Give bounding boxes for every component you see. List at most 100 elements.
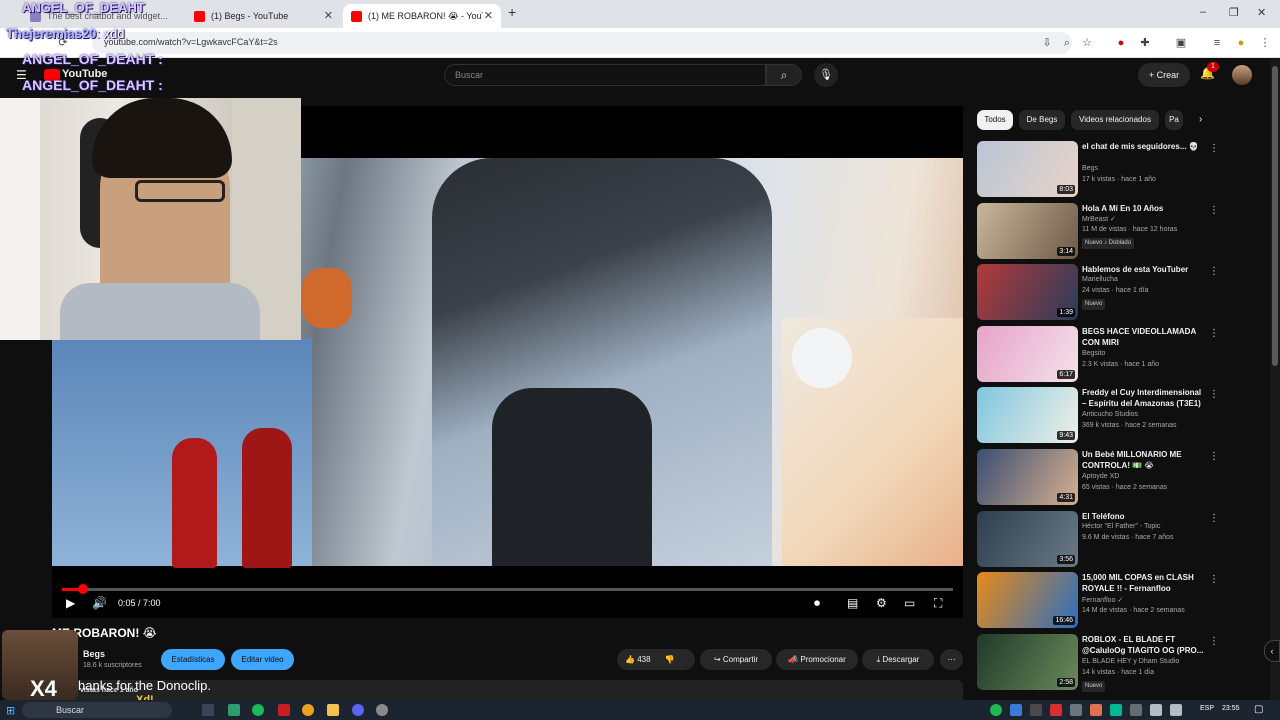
recommendation-title[interactable]: Un Bebé MILLONARIO ME CONTROLA! 💵 😭: [1082, 449, 1207, 471]
tab-current-video[interactable]: (1) ME ROBARON! 😭 - YouTube ✕: [343, 4, 501, 28]
search-input[interactable]: Buscar: [444, 64, 766, 86]
extension-red-icon[interactable]: ●: [1114, 36, 1128, 50]
new-tab-button[interactable]: +: [508, 4, 516, 20]
close-tab-icon[interactable]: ✕: [484, 9, 493, 22]
obs-icon[interactable]: [376, 704, 388, 716]
channel-name[interactable]: Begs: [83, 649, 105, 659]
more-options-icon[interactable]: ⋮: [1209, 205, 1219, 216]
tray-app-icon[interactable]: [1110, 704, 1122, 716]
recommendation-title[interactable]: el chat de mis seguidores... 💀: [1082, 141, 1207, 152]
recommendation-title[interactable]: El Teléfono: [1082, 511, 1207, 522]
recommendation-channel[interactable]: Anticucho Studios: [1082, 411, 1138, 418]
chip-all[interactable]: Todos: [977, 110, 1013, 130]
recommendation-channel[interactable]: Fernanfloo ✓: [1082, 596, 1123, 604]
recommendation-title[interactable]: 15,000 MIL COPAS en CLASH ROYALE !! - Fe…: [1082, 572, 1207, 594]
thumbs-down-icon[interactable]: 👎: [665, 655, 675, 664]
video-thumbnail[interactable]: 6:17: [977, 326, 1078, 382]
language-indicator[interactable]: ESP: [1200, 705, 1214, 712]
recommendation-item[interactable]: 3:56 El Teléfono Héctor "El Father" - Topi…: [977, 511, 1227, 569]
video-thumbnail[interactable]: 16:46: [977, 572, 1078, 628]
recommendation-item[interactable]: 4:31 Un Bebé MILLONARIO ME CONTROLA! 💵 😭 A…: [977, 449, 1227, 507]
chip-from-begs[interactable]: De Begs: [1019, 110, 1065, 130]
maximize-button[interactable]: ❐: [1229, 6, 1239, 19]
more-options-icon[interactable]: ⋮: [1209, 143, 1219, 154]
browser-menu-icon[interactable]: ⋮: [1258, 36, 1272, 50]
like-dislike-button[interactable]: 👍 438 👎: [617, 649, 695, 670]
more-options-icon[interactable]: ⋮: [1209, 513, 1219, 524]
tray-app-icon[interactable]: [1070, 704, 1082, 716]
search-button[interactable]: ⌕: [766, 64, 802, 86]
cast-icon[interactable]: ▣: [1174, 36, 1188, 50]
download-button[interactable]: ⤓ Descargar: [862, 649, 934, 670]
close-tab-icon[interactable]: ✕: [324, 9, 333, 22]
theater-mode-icon[interactable]: ▭: [904, 596, 915, 610]
install-app-icon[interactable]: ⇩: [1040, 36, 1054, 50]
extensions-puzzle-icon[interactable]: ✚: [1138, 36, 1152, 50]
recommendation-channel[interactable]: Begsito: [1082, 350, 1105, 357]
zoom-icon[interactable]: ⌕: [1060, 36, 1074, 50]
minimize-button[interactable]: –: [1200, 6, 1206, 18]
autoplay-toggle-icon[interactable]: ⏺: [814, 596, 820, 611]
video-thumbnail[interactable]: 1:39: [977, 264, 1078, 320]
recommendation-item[interactable]: 2:58 ROBLOX - EL BLADE FT @CaluloOg TIAGI…: [977, 634, 1227, 692]
subtitles-icon[interactable]: ▤: [847, 596, 858, 610]
tray-app-icon[interactable]: [1030, 704, 1042, 716]
recommendation-title[interactable]: Hablemos de esta YouTuber: [1082, 264, 1207, 275]
taskbar-clock[interactable]: 23:55: [1222, 705, 1240, 712]
recommendation-channel[interactable]: Mariellucha: [1082, 276, 1118, 283]
notification-center-icon[interactable]: ▢: [1254, 704, 1263, 715]
app-icon[interactable]: [228, 704, 240, 716]
recommendation-item[interactable]: 9:43 Freddy el Cuy Interdimensional – Esp…: [977, 387, 1227, 445]
network-tray-icon[interactable]: [1170, 704, 1182, 716]
recommendation-channel[interactable]: Héctor "El Father" - Topic: [1082, 523, 1160, 530]
more-options-icon[interactable]: ⋮: [1209, 451, 1219, 462]
share-button[interactable]: ↪ Compartir: [700, 649, 772, 670]
tray-spotify-icon[interactable]: [990, 704, 1002, 716]
fullscreen-icon[interactable]: ⛶: [934, 596, 942, 611]
reading-list-icon[interactable]: ≡: [1210, 36, 1224, 50]
progress-scrubber[interactable]: [78, 584, 88, 594]
recommendation-channel[interactable]: Aptoyde XD: [1082, 473, 1119, 480]
chip-partial[interactable]: Pa: [1165, 110, 1183, 130]
windows-start-icon[interactable]: ⊞: [6, 704, 15, 717]
taskbar-search[interactable]: Buscar: [22, 702, 172, 718]
more-actions-button[interactable]: ⋯: [940, 649, 963, 670]
tray-app-icon[interactable]: [1050, 704, 1062, 716]
tray-app-icon[interactable]: [1130, 704, 1142, 716]
recommendation-item[interactable]: 8:03 el chat de mis seguidores... 💀 Begs 17…: [977, 141, 1227, 199]
voice-search-button[interactable]: 🎙: [814, 63, 838, 87]
recommendation-title[interactable]: ROBLOX - EL BLADE FT @CaluloOg TIAGITO O…: [1082, 634, 1207, 656]
progress-bar[interactable]: [62, 584, 953, 594]
more-options-icon[interactable]: ⋮: [1209, 636, 1219, 647]
recommendation-title[interactable]: Hola A Mí En 10 Años: [1082, 203, 1207, 214]
recommendation-channel[interactable]: EL BLADE HEY y Dham Studio: [1082, 658, 1179, 665]
page-scrollbar[interactable]: [1270, 58, 1280, 700]
more-options-icon[interactable]: ⋮: [1209, 389, 1219, 400]
recommendation-item[interactable]: 6:17 BEGS HACE VIDEOLLAMADA CON MIRI Begsi…: [977, 326, 1227, 384]
video-thumbnail[interactable]: 8:03: [977, 141, 1078, 197]
video-thumbnail[interactable]: 9:43: [977, 387, 1078, 443]
recommendation-title[interactable]: BEGS HACE VIDEOLLAMADA CON MIRI: [1082, 326, 1207, 348]
tray-app-icon[interactable]: [1010, 704, 1022, 716]
recommendation-item[interactable]: 16:46 15,000 MIL COPAS en CLASH ROYALE !!…: [977, 572, 1227, 630]
play-icon[interactable]: ▶: [66, 596, 75, 610]
volume-tray-icon[interactable]: [1150, 704, 1162, 716]
more-options-icon[interactable]: ⋮: [1209, 574, 1219, 585]
account-avatar[interactable]: [1232, 65, 1252, 85]
recommendation-title[interactable]: Freddy el Cuy Interdimensional – Espírit…: [1082, 387, 1207, 409]
promote-button[interactable]: 📣 Promocionar: [776, 649, 858, 670]
tab-begs-channel[interactable]: (1) Begs - YouTube ✕: [186, 4, 341, 28]
chevron-right-icon[interactable]: ›: [1199, 114, 1202, 125]
side-panel-toggle-icon[interactable]: ‹: [1264, 640, 1280, 662]
scrollbar-thumb[interactable]: [1272, 66, 1278, 366]
more-options-icon[interactable]: ⋮: [1209, 328, 1219, 339]
tray-app-icon[interactable]: [1090, 704, 1102, 716]
profile-icon[interactable]: ●: [1234, 36, 1248, 50]
bookmark-star-icon[interactable]: ☆: [1080, 36, 1094, 50]
chip-related[interactable]: Videos relacionados: [1071, 110, 1159, 130]
video-thumbnail[interactable]: 3:14: [977, 203, 1078, 259]
edit-video-button[interactable]: Editar video: [231, 649, 294, 670]
task-view-icon[interactable]: [202, 704, 214, 716]
settings-gear-icon[interactable]: ⚙: [876, 596, 887, 610]
create-button[interactable]: + Crear: [1138, 63, 1190, 87]
